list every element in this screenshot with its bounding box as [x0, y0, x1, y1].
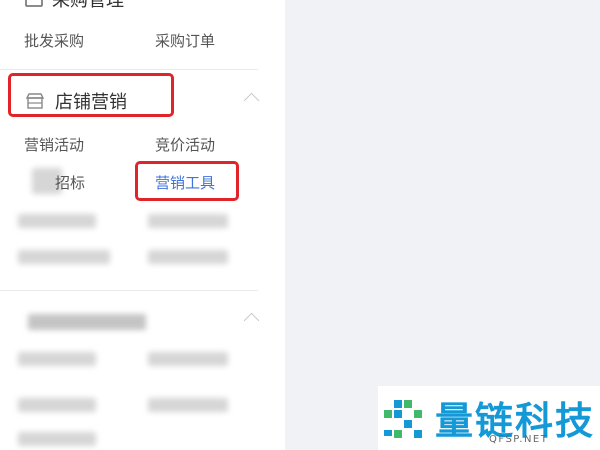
section-header-procurement[interactable]: 采购管理 — [24, 0, 124, 12]
blurred-content — [148, 352, 228, 366]
sidebar-item-bidding-activities[interactable]: 竞价活动 — [155, 134, 215, 155]
divider — [0, 69, 258, 70]
blurred-content — [18, 432, 96, 446]
sidebar-item-purchase-order[interactable]: 采购订单 — [155, 30, 215, 51]
section-title-store-marketing: 店铺营销 — [55, 92, 127, 113]
main-content-area — [285, 0, 600, 450]
blurred-content — [148, 250, 228, 264]
blurred-content — [18, 398, 96, 412]
sidebar-item-tender[interactable]: 招标 — [55, 172, 85, 193]
shop-icon — [25, 93, 45, 109]
blurred-content — [148, 398, 228, 412]
sidebar-item-marketing-tools[interactable]: 营销工具 — [155, 172, 215, 193]
chevron-up-icon[interactable] — [243, 92, 260, 109]
blurred-content — [28, 314, 146, 330]
blurred-content — [18, 352, 96, 366]
section-header-store-marketing[interactable]: 店铺营销 — [24, 88, 127, 114]
divider — [0, 290, 258, 291]
blurred-content — [148, 214, 228, 228]
section-icon — [25, 0, 43, 7]
chevron-up-icon[interactable] — [243, 312, 260, 329]
sidebar-item-marketing-activities[interactable]: 营销活动 — [24, 134, 84, 155]
section-title-procurement: 采购管理 — [52, 0, 124, 11]
watermark-logo: 量链科技 QFSP.NET — [378, 386, 600, 450]
watermark-subtitle: QFSP.NET — [489, 434, 549, 445]
blurred-content — [18, 214, 96, 228]
sidebar-nav: 采购管理 批发采购 采购订单 店铺营销 营销活动 竞价活动 招标 营销工具 — [0, 0, 285, 450]
logo-icon — [384, 400, 422, 438]
sidebar-item-wholesale-purchase[interactable]: 批发采购 — [24, 30, 84, 51]
blurred-content — [18, 250, 110, 264]
